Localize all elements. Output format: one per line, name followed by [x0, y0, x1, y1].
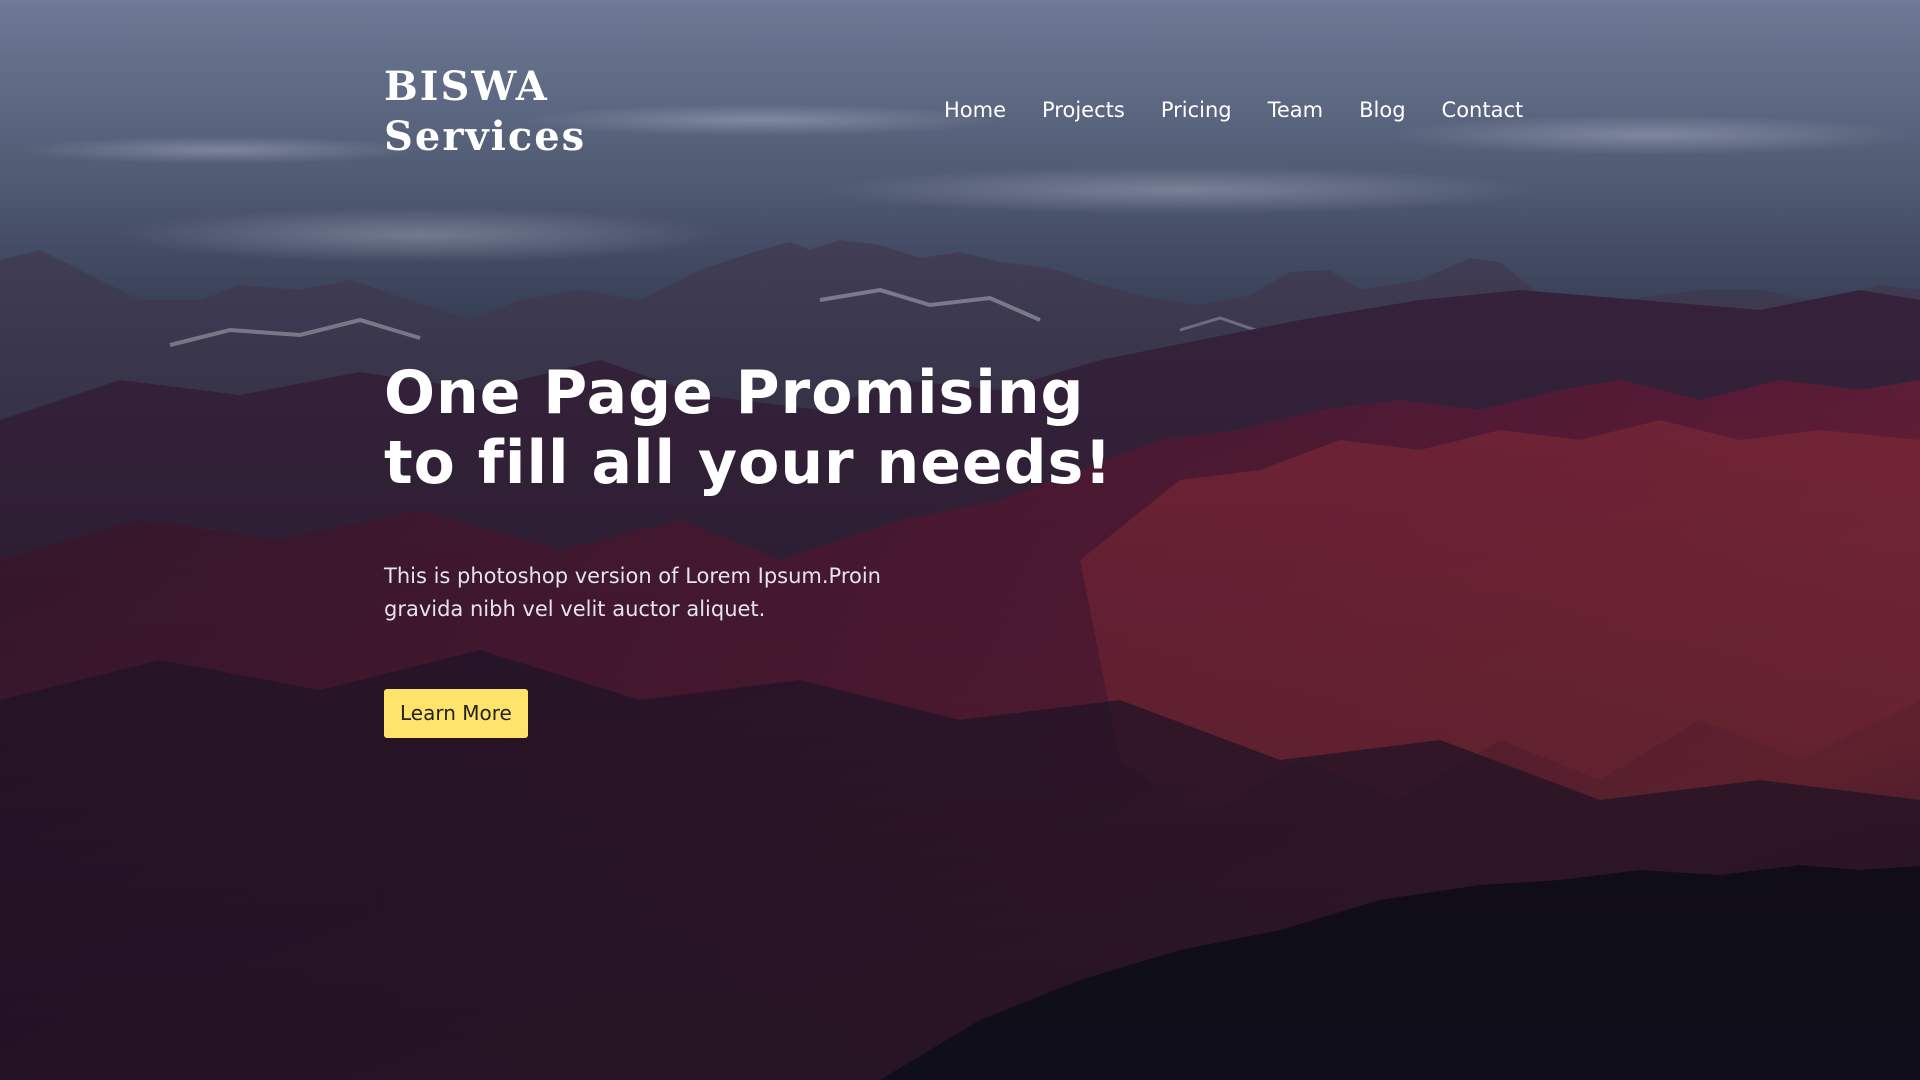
hero-headline-line1: One Page Promising: [384, 358, 1085, 428]
brand-name-line1: BISWA: [384, 63, 549, 110]
nav-link-blog[interactable]: Blog: [1359, 98, 1405, 122]
hero-headline-line2: to fill all your needs!: [384, 428, 1113, 498]
mountain-background-image: [0, 0, 1920, 1080]
nav-link-contact[interactable]: Contact: [1442, 98, 1524, 122]
nav-link-pricing[interactable]: Pricing: [1161, 98, 1232, 122]
brand-name-line2: Services: [384, 113, 587, 160]
main-nav: Home Projects Pricing Team Blog Contact: [944, 94, 1544, 126]
nav-item-pricing: Pricing: [1161, 94, 1232, 126]
nav-link-home[interactable]: Home: [944, 98, 1006, 122]
nav-link-team[interactable]: Team: [1268, 98, 1324, 122]
hero-section: BISWA Services Home Projects Pricing Tea…: [0, 0, 1920, 1080]
nav-item-contact: Contact: [1442, 94, 1524, 126]
nav-item-projects: Projects: [1042, 94, 1125, 126]
nav-item-home: Home: [944, 94, 1006, 126]
hero-subtext: This is photoshop version of Lorem Ipsum…: [384, 564, 881, 621]
hero-headline: One Page Promising to fill all your need…: [384, 358, 1113, 498]
nav-item-team: Team: [1268, 94, 1324, 126]
brand-logo[interactable]: BISWA Services: [384, 62, 586, 162]
nav-item-blog: Blog: [1359, 94, 1405, 126]
nav-link-projects[interactable]: Projects: [1042, 98, 1125, 122]
learn-more-button[interactable]: Learn More: [384, 689, 528, 738]
